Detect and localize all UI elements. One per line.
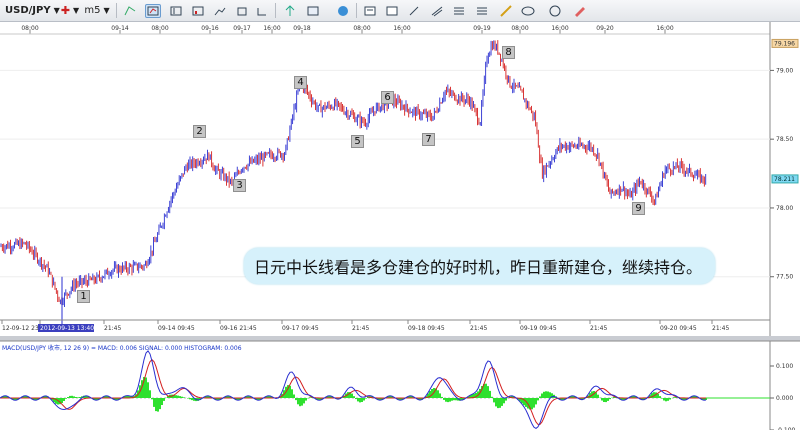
chevron-down-icon: ▼ <box>73 6 80 15</box>
top-scale-label: 16:00 <box>551 25 568 32</box>
bottom-scale-label: 21:45 <box>470 325 487 332</box>
timeframe-selector[interactable]: m5 ▼ <box>82 2 112 19</box>
ellipse-icon[interactable] <box>520 4 536 18</box>
globe-icon[interactable] <box>305 4 321 18</box>
bottom-scale-label: 2012-09-13 13:40 <box>40 325 94 332</box>
wave-label-1: 1 <box>77 290 90 303</box>
wave-label-8: 8 <box>502 46 515 59</box>
eraser-icon[interactable] <box>572 4 588 18</box>
wave-label-4: 4 <box>294 76 307 89</box>
chevron-down-icon: ▼ <box>53 6 60 15</box>
wave-label-5: 5 <box>351 135 364 148</box>
zoom-icon[interactable] <box>234 4 250 18</box>
top-scale-label: 09-14 <box>111 25 129 32</box>
top-scale-label: 16:00 <box>263 25 280 32</box>
text-icon[interactable] <box>362 4 378 18</box>
circle-icon[interactable] <box>498 4 514 18</box>
top-scale-label: 08:00 <box>511 25 528 32</box>
macd-header: MACD(USD/JPY 收市, 12 26 9) = MACD: 0.006 … <box>2 344 242 352</box>
chart-type-dropdown[interactable]: ✚ ▼ <box>60 2 80 19</box>
top-scale-label: 09-17 <box>233 25 251 32</box>
top-scale-label: 08:00 <box>353 25 370 32</box>
wave-label-2: 2 <box>193 125 206 138</box>
bottom-scale-label: 21:45 <box>590 325 607 332</box>
arrow-up-icon[interactable] <box>282 4 298 18</box>
price-tick-label: 79.00 <box>776 67 793 74</box>
line-chart-icon[interactable] <box>190 4 206 18</box>
bottom-scale-label: 21:45 <box>352 325 369 332</box>
timeframe-label: m5 <box>84 5 101 16</box>
wave-label-7: 7 <box>422 133 435 146</box>
settings-icon[interactable] <box>335 4 351 18</box>
symbol-selector[interactable]: USD/JPY ▼ <box>2 2 60 19</box>
color-icon[interactable] <box>451 4 467 18</box>
top-scale-label: 08:00 <box>151 25 168 32</box>
magnifier-icon[interactable] <box>384 4 400 18</box>
high-price-tag-label: 79.196 <box>774 40 795 47</box>
toolbar-separator <box>275 3 276 18</box>
toolbar-separator <box>356 3 357 18</box>
wave-label-6: 6 <box>381 91 394 104</box>
tile-icon[interactable] <box>212 4 228 18</box>
candle-chart-icon[interactable] <box>168 4 184 18</box>
top-scale-label: 09-18 <box>293 25 311 32</box>
top-scale-label: 09-20 <box>596 25 614 32</box>
bottom-scale-label: 12-09-12 23 <box>2 325 39 332</box>
price-chart[interactable]: 08:00 09-14 08:00 09-16 09-17 16:00 09-18 08:00… <box>0 22 800 430</box>
price-tick-label: 77.50 <box>776 274 793 281</box>
bottom-scale-label: 21:45 <box>712 325 729 332</box>
price-tick-label: 78.00 <box>776 205 793 212</box>
current-price-tag-label: 78.211 <box>774 176 795 183</box>
annotation-text: 日元中长线看是多仓建仓的好时机，昨日重新建仓，继续持仓。 <box>254 258 703 277</box>
top-scale-label: 16:00 <box>656 25 673 32</box>
top-scale-label: 08:00 <box>21 25 38 32</box>
circle-tool-icon[interactable] <box>547 4 563 18</box>
bottom-scale-label: 09-16 21:45 <box>220 325 257 332</box>
toolbar-separator <box>116 3 117 18</box>
chart-toolbar: USD/JPY ▼ ✚ ▼ m5 ▼ <box>0 0 800 22</box>
bottom-scale-label: 21:45 <box>104 325 121 332</box>
chevron-down-icon: ▼ <box>103 6 110 15</box>
bottom-scale-label: 09-19 09:45 <box>520 325 557 332</box>
top-scale-label: 16:00 <box>393 25 410 32</box>
crosshair-icon[interactable] <box>254 4 270 18</box>
top-scale-label: 09-16 <box>201 25 219 32</box>
wave-label-9: 9 <box>632 202 645 215</box>
macd-axis-label: 0.100 <box>776 363 793 370</box>
pencil-icon[interactable] <box>474 4 490 18</box>
price-tick-label: 78.50 <box>776 136 793 143</box>
symbol-label: USD/JPY <box>5 5 51 16</box>
pin-icon[interactable] <box>122 4 138 18</box>
bottom-scale-label: 09-17 09:45 <box>282 325 319 332</box>
top-scale-label: 09-19 <box>473 25 491 32</box>
bottom-scale-label: 09-14 09:45 <box>158 325 195 332</box>
annotation-callout: 日元中长线看是多仓建仓的好时机，昨日重新建仓，继续持仓。 <box>244 248 715 284</box>
bar-chart-icon[interactable] <box>145 4 161 18</box>
bottom-scale-label: 09-20 09:45 <box>660 325 697 332</box>
lines-icon[interactable] <box>429 4 445 18</box>
macd-axis-label: 0.000 <box>776 395 793 402</box>
chart-type-icon: ✚ <box>60 4 71 17</box>
wave-label-3: 3 <box>233 179 246 192</box>
wand-icon[interactable] <box>406 4 422 18</box>
bottom-scale-label: 09-18 09:45 <box>408 325 445 332</box>
